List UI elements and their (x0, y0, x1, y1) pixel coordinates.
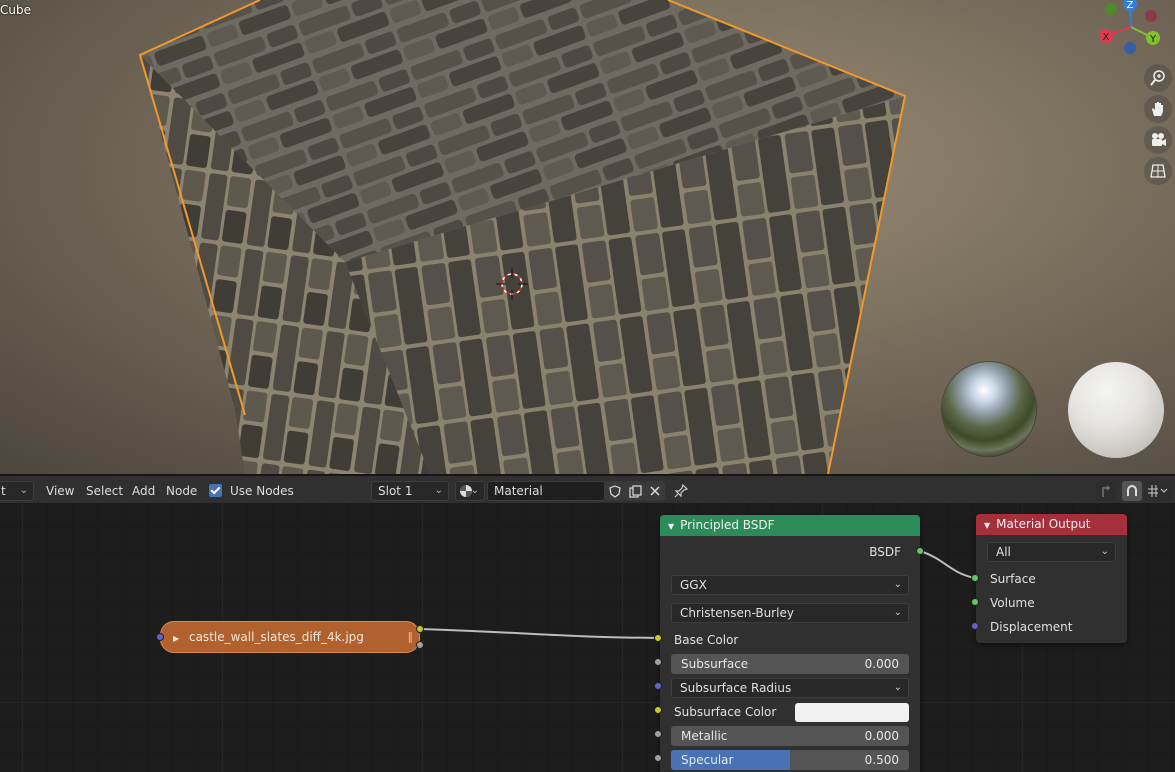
camera-view-icon[interactable] (1144, 126, 1172, 154)
slot-dropdown[interactable]: Slot 1 ⌄ (371, 481, 449, 501)
specular-slider[interactable]: Specular 0.500 (671, 750, 909, 770)
metallic-label: Metallic (681, 729, 728, 743)
chevron-down-icon: ⌄ (470, 485, 479, 496)
principled-bsdf-title: Principled BSDF (680, 518, 775, 532)
image-texture-node[interactable]: ▶ castle_wall_slates_diff_4k.jpg ‖ (160, 621, 420, 653)
bsdf-output-label: BSDF (869, 545, 901, 559)
subsurface-color-input-socket[interactable] (654, 706, 662, 714)
distribution-value: GGX (680, 578, 707, 592)
collapse-handle-icon[interactable]: ‖ (408, 622, 414, 652)
bsdf-output-socket[interactable] (916, 547, 924, 555)
grid-snap-icon (1148, 485, 1168, 497)
active-object-label: Cube (0, 3, 31, 17)
subsurface-color-swatch[interactable] (795, 703, 909, 722)
menu-view[interactable]: View (46, 482, 74, 500)
slot-label: Slot 1 (378, 484, 413, 498)
menu-node[interactable]: Node (166, 482, 197, 500)
editor-type-label: t (1, 484, 6, 498)
material-name-field[interactable]: Material (487, 481, 605, 501)
subsurface-radius-input-socket[interactable] (654, 682, 662, 690)
displacement-input-label: Displacement (990, 620, 1073, 634)
hdri-preview-sphere (942, 362, 1036, 456)
fake-user-shield-icon[interactable] (605, 481, 625, 501)
material-name-label: Material (494, 484, 543, 498)
perspective-grid-icon[interactable] (1144, 157, 1172, 185)
subsurface-method-dropdown[interactable]: Christensen-Burley ⌄ (671, 603, 909, 623)
surface-input-label: Surface (990, 572, 1036, 586)
displacement-input-socket[interactable] (971, 622, 979, 630)
gizmo-z-label: Z (1127, 0, 1134, 11)
displacement-input-row: Displacement (976, 617, 1127, 637)
material-output-title: Material Output (996, 517, 1091, 531)
subsurface-method-value: Christensen-Burley (680, 606, 794, 620)
menu-add[interactable]: Add (132, 482, 155, 500)
subsurface-label: Subsurface (681, 657, 749, 671)
pan-hand-icon[interactable] (1144, 95, 1172, 123)
chevron-down-icon: ⌄ (19, 485, 28, 496)
material-output-header[interactable]: ▼ Material Output (976, 514, 1127, 535)
subsurface-radius-label: Subsurface Radius (680, 681, 792, 695)
principled-bsdf-header[interactable]: ▼ Principled BSDF (660, 515, 920, 536)
snapping-magnet-icon[interactable] (1122, 481, 1142, 501)
base-color-row: Base Color (660, 630, 920, 650)
distribution-dropdown[interactable]: GGX ⌄ (671, 575, 909, 595)
pin-icon[interactable] (671, 481, 691, 501)
menu-select[interactable]: Select (86, 482, 123, 500)
base-color-input-socket[interactable] (654, 634, 662, 642)
subsurface-radius-dropdown[interactable]: Subsurface Radius ⌄ (671, 678, 909, 698)
node-editor-canvas[interactable]: ▶ castle_wall_slates_diff_4k.jpg ‖ ▼ Prin… (0, 503, 1175, 772)
image-texture-label: castle_wall_slates_diff_4k.jpg (188, 630, 364, 644)
subsurface-input-socket[interactable] (654, 658, 662, 666)
material-output-node[interactable]: ▼ Material Output All ⌄ Surface Volume Di… (976, 514, 1127, 643)
expand-triangle-icon[interactable]: ▶ (173, 634, 179, 643)
use-nodes-label: Use Nodes (230, 484, 294, 498)
snap-element-dropdown[interactable] (1144, 481, 1172, 501)
subsurface-color-row: Subsurface Color (660, 702, 920, 722)
subsurface-color-label: Subsurface Color (674, 705, 777, 719)
specular-label: Specular (681, 753, 734, 767)
chevron-down-icon: ⌄ (434, 485, 443, 496)
principled-bsdf-node[interactable]: ▼ Principled BSDF BSDF GGX ⌄ Christensen-… (660, 515, 920, 772)
chevron-down-icon: ⌄ (1100, 546, 1109, 557)
collapse-triangle-icon[interactable]: ▼ (668, 522, 674, 531)
3d-viewport[interactable]: Cube Z Y X (0, 0, 1175, 474)
subsurface-value: 0.000 (864, 657, 899, 671)
metallic-input-socket[interactable] (654, 730, 662, 738)
chevron-down-icon: ⌄ (893, 607, 902, 618)
output-target-value: All (996, 545, 1011, 559)
specular-input-socket[interactable] (654, 754, 662, 762)
material-browse-button[interactable]: ⌄ (455, 481, 485, 501)
collapse-triangle-icon[interactable]: ▼ (984, 521, 990, 530)
surface-input-row: Surface (976, 569, 1127, 589)
image-alpha-output-socket[interactable] (416, 641, 424, 649)
chevron-down-icon: ⌄ (893, 682, 902, 693)
navigation-gizmo[interactable]: Z Y X (1095, 0, 1165, 60)
metallic-value: 0.000 (864, 729, 899, 743)
link-color-to-base-color (419, 628, 660, 639)
editor-type-dropdown[interactable]: t ⌄ (0, 481, 34, 501)
image-vector-input-socket[interactable] (156, 633, 164, 641)
diffuse-preview-sphere (1068, 362, 1164, 458)
gizmo-x-label: X (1103, 32, 1110, 43)
bsdf-output-row: BSDF (660, 542, 920, 562)
link-bsdf-to-surface (919, 550, 976, 579)
output-target-dropdown[interactable]: All ⌄ (987, 542, 1116, 562)
parent-node-tree-icon[interactable] (1096, 481, 1116, 501)
metallic-slider[interactable]: Metallic 0.000 (671, 726, 909, 746)
volume-input-label: Volume (990, 596, 1035, 610)
subsurface-slider[interactable]: Subsurface 0.000 (671, 654, 909, 674)
base-color-label: Base Color (674, 633, 739, 647)
node-editor-header: t ⌄ View Select Add Node Use Nodes Slot … (0, 474, 1175, 503)
volume-input-socket[interactable] (971, 598, 979, 606)
unlink-close-icon[interactable] (645, 481, 665, 501)
zoom-icon[interactable] (1144, 64, 1172, 92)
surface-input-socket[interactable] (971, 574, 979, 582)
specular-value: 0.500 (864, 753, 899, 767)
chevron-down-icon: ⌄ (893, 579, 902, 590)
use-nodes-checkbox[interactable] (209, 484, 222, 497)
image-color-output-socket[interactable] (416, 625, 424, 633)
gizmo-y-label: Y (1149, 34, 1157, 45)
duplicate-material-icon[interactable] (625, 481, 645, 501)
volume-input-row: Volume (976, 593, 1127, 613)
